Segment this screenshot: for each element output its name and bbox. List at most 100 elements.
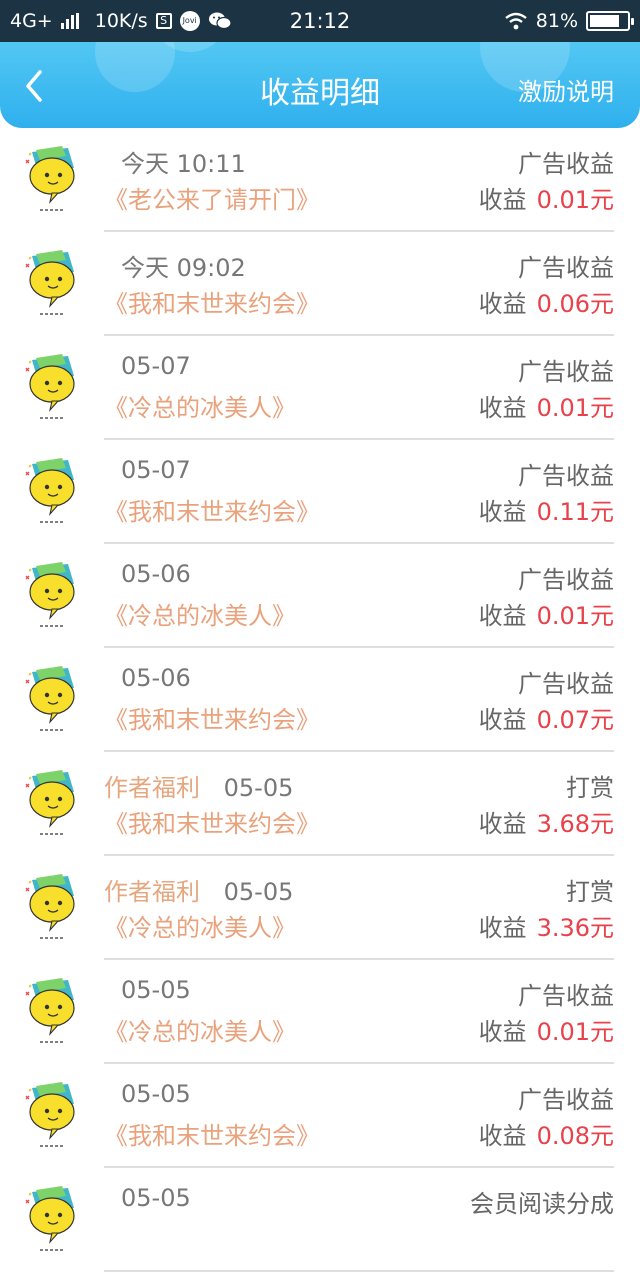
record-datetime-line: 今天 10:11 xyxy=(121,144,246,179)
book-title: 《我和末世来约会》 xyxy=(104,706,320,734)
earning-record-row[interactable]: 05-05 《我和末世来约会》 广告收益 收益 0.08元 xyxy=(0,1064,640,1168)
battery-icon xyxy=(586,11,634,31)
earning-amount-label: 收益 xyxy=(478,914,527,942)
earning-amount-line: 收益 0.08元 xyxy=(479,1116,614,1151)
record-datetime: 05-05 xyxy=(223,774,294,802)
record-datetime: 05-07 xyxy=(121,456,191,484)
earning-amount-line: 收益 3.36元 xyxy=(479,908,614,943)
speech-bubble-avatar-icon xyxy=(22,770,82,838)
earning-record-row[interactable]: 05-05 会员阅读分成 xyxy=(0,1168,640,1272)
earning-amount-line: 收益 0.01元 xyxy=(479,1012,614,1047)
earning-type: 广告收益 xyxy=(518,670,614,698)
earning-amount-line: 收益 0.07元 xyxy=(479,700,614,735)
network-speed: 10K/s xyxy=(94,10,148,32)
earning-type: 打赏 xyxy=(566,774,614,802)
earning-amount-value: 0.01元 xyxy=(536,1018,614,1046)
author-bonus-tag: 作者福利 xyxy=(104,774,200,802)
earnings-list: 今天 10:11 《老公来了请开门》 广告收益 收益 0.01元 今天 09:02… xyxy=(0,128,640,1272)
status-right: 81% xyxy=(504,10,634,32)
book-title: 《冷总的冰美人》 xyxy=(104,394,296,422)
speech-bubble-avatar-icon xyxy=(22,250,82,318)
record-datetime-line: 作者福利 05-05 xyxy=(104,768,293,803)
earning-amount-label: 收益 xyxy=(478,394,527,422)
earning-amount-value: 3.68元 xyxy=(536,810,614,838)
earning-amount-label: 收益 xyxy=(478,706,527,734)
earning-amount-value: 0.11元 xyxy=(536,498,614,526)
earning-amount-value: 0.08元 xyxy=(536,1122,614,1150)
wechat-icon xyxy=(208,12,232,30)
speech-bubble-avatar-icon xyxy=(22,562,82,630)
nav-header: 收益明细 激励说明 xyxy=(0,42,640,128)
record-datetime-line: 05-07 xyxy=(121,456,191,484)
record-datetime-line: 05-06 xyxy=(121,560,191,588)
earning-amount-value: 0.01元 xyxy=(536,602,614,630)
earning-amount-label: 收益 xyxy=(478,290,527,318)
record-datetime: 05-05 xyxy=(121,976,191,1004)
speech-bubble-avatar-icon xyxy=(22,666,82,734)
network-type: 4G+ xyxy=(10,10,53,32)
earning-amount-label: 收益 xyxy=(478,602,527,630)
earning-record-row[interactable]: 05-07 《冷总的冰美人》 广告收益 收益 0.01元 xyxy=(0,336,640,440)
earning-record-row[interactable]: 作者福利 05-05 《我和末世来约会》 打赏 收益 3.68元 xyxy=(0,752,640,856)
incentive-info-link[interactable]: 激励说明 xyxy=(518,72,614,107)
earning-record-row[interactable]: 作者福利 05-05 《冷总的冰美人》 打赏 收益 3.36元 xyxy=(0,856,640,960)
record-datetime-line: 今天 09:02 xyxy=(121,248,246,283)
book-title: 《我和末世来约会》 xyxy=(104,1122,320,1150)
earning-amount-label: 收益 xyxy=(478,810,527,838)
record-datetime-line: 05-07 xyxy=(121,352,191,380)
earning-record-row[interactable]: 05-07 《我和末世来约会》 广告收益 收益 0.11元 xyxy=(0,440,640,544)
speech-bubble-avatar-icon xyxy=(22,874,82,942)
earning-type: 广告收益 xyxy=(518,1086,614,1114)
record-datetime: 05-06 xyxy=(121,664,191,692)
earning-type: 广告收益 xyxy=(518,358,614,386)
earning-amount-value: 0.07元 xyxy=(536,706,614,734)
earning-record-row[interactable]: 今天 10:11 《老公来了请开门》 广告收益 收益 0.01元 xyxy=(0,128,640,232)
speech-bubble-avatar-icon xyxy=(22,146,82,214)
speech-bubble-avatar-icon xyxy=(22,458,82,526)
earning-type: 广告收益 xyxy=(518,150,614,178)
earning-record-row[interactable]: 05-06 《冷总的冰美人》 广告收益 收益 0.01元 xyxy=(0,544,640,648)
record-datetime-line: 05-05 xyxy=(121,1080,191,1108)
battery-percent: 81% xyxy=(535,10,578,32)
book-title: 《我和末世来约会》 xyxy=(104,498,320,526)
earning-amount-value: 0.01元 xyxy=(536,394,614,422)
speech-bubble-avatar-icon xyxy=(22,978,82,1046)
earning-amount-value: 3.36元 xyxy=(536,914,614,942)
speech-bubble-avatar-icon xyxy=(22,1082,82,1150)
record-datetime-line: 作者福利 05-05 xyxy=(104,872,293,907)
record-datetime-line: 05-05 xyxy=(121,976,191,1004)
earning-type: 广告收益 xyxy=(518,982,614,1010)
earning-amount-line: 收益 0.01元 xyxy=(479,180,614,215)
record-datetime-line: 05-06 xyxy=(121,664,191,692)
book-title: 《我和末世来约会》 xyxy=(104,810,320,838)
earning-amount-label: 收益 xyxy=(478,1018,527,1046)
record-datetime: 05-05 xyxy=(121,1080,191,1108)
earning-amount-label: 收益 xyxy=(478,186,527,214)
book-title: 《我和末世来约会》 xyxy=(104,290,320,318)
status-bar: 4G+ 10K/s S Jovi 21:12 81% xyxy=(0,0,640,42)
earning-amount-label: 收益 xyxy=(478,498,527,526)
speech-bubble-avatar-icon xyxy=(22,1186,82,1254)
earning-record-row[interactable]: 今天 09:02 《我和末世来约会》 广告收益 收益 0.06元 xyxy=(0,232,640,336)
earning-type: 打赏 xyxy=(566,878,614,906)
book-title: 《老公来了请开门》 xyxy=(104,186,320,214)
record-datetime: 05-05 xyxy=(121,1184,191,1212)
wifi-icon xyxy=(505,12,527,30)
earning-type: 广告收益 xyxy=(518,462,614,490)
record-datetime: 今天 09:02 xyxy=(121,254,246,282)
record-datetime: 05-06 xyxy=(121,560,191,588)
speech-bubble-avatar-icon xyxy=(22,354,82,422)
s-app-icon: S xyxy=(155,13,172,29)
signal-icon xyxy=(60,13,79,29)
earning-record-row[interactable]: 05-06 《我和末世来约会》 广告收益 收益 0.07元 xyxy=(0,648,640,752)
jovi-icon: Jovi xyxy=(179,11,200,31)
book-title: 《冷总的冰美人》 xyxy=(104,914,296,942)
earning-amount-value: 0.06元 xyxy=(536,290,614,318)
earning-amount-line: 收益 3.68元 xyxy=(479,804,614,839)
earning-type: 会员阅读分成 xyxy=(470,1190,614,1218)
earning-amount-value: 0.01元 xyxy=(536,186,614,214)
earning-record-row[interactable]: 05-05 《冷总的冰美人》 广告收益 收益 0.01元 xyxy=(0,960,640,1064)
earning-amount-line: 收益 0.11元 xyxy=(479,492,614,527)
earning-amount-line: 收益 0.01元 xyxy=(479,388,614,423)
record-datetime: 05-05 xyxy=(223,878,294,906)
